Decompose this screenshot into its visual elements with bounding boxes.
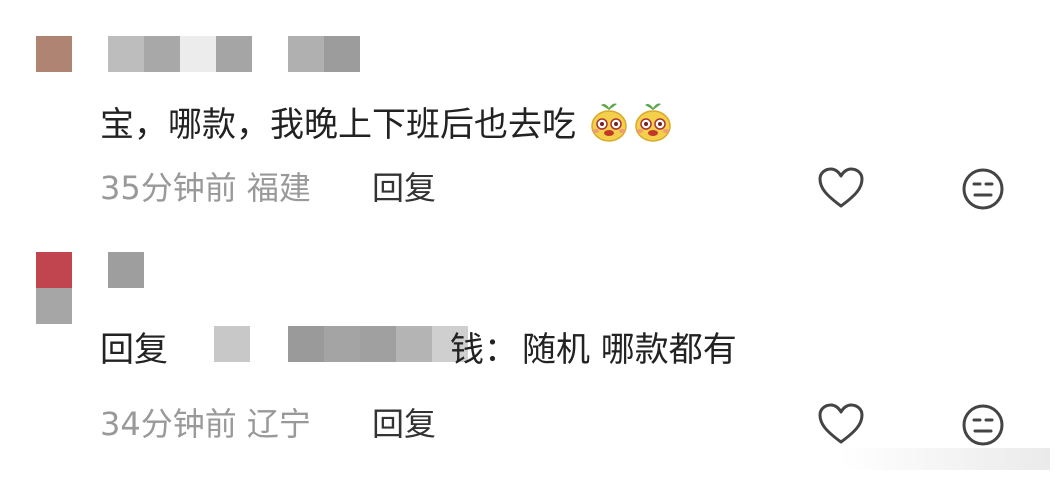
comment-body: 宝，哪款，我晚上下班后也去吃 (100, 105, 576, 145)
comment-time: 34分钟前 (100, 405, 237, 443)
meh-face-icon[interactable] (960, 166, 1006, 212)
comment-thread: 宝，哪款，我晚上下班后也去吃 35分钟前 福建 回复 回复 钱： 随机 哪款都有… (0, 0, 1058, 479)
reply-prefix: 回复 (100, 330, 168, 370)
sprout-face-emoji-icon (587, 100, 631, 153)
username-redacted[interactable] (108, 36, 362, 72)
reply-button[interactable]: 回复 (372, 404, 436, 444)
watermark (840, 448, 1050, 470)
comment-time: 35分钟前 (100, 169, 237, 207)
comment-location: 辽宁 (246, 405, 311, 443)
reply-target-suffix: 钱： (450, 330, 518, 370)
sprout-face-emoji-icon (631, 100, 675, 153)
comment-body: 随机 哪款都有 (522, 330, 737, 370)
username-redacted[interactable] (108, 252, 144, 288)
reply-target-redacted[interactable] (214, 322, 472, 362)
meh-face-icon[interactable] (960, 402, 1006, 448)
reply-text-line: 回复 (100, 330, 168, 370)
comment-meta: 35分钟前 福建 (100, 168, 311, 208)
comment-text: 宝，哪款，我晚上下班后也去吃 (100, 100, 675, 153)
comment-location: 福建 (246, 169, 311, 207)
heart-outline-icon[interactable] (816, 400, 866, 448)
avatar[interactable] (36, 252, 72, 324)
comment-meta: 34分钟前 辽宁 (100, 404, 311, 444)
avatar[interactable] (36, 36, 72, 72)
reply-button[interactable]: 回复 (372, 168, 436, 208)
heart-outline-icon[interactable] (816, 164, 866, 212)
